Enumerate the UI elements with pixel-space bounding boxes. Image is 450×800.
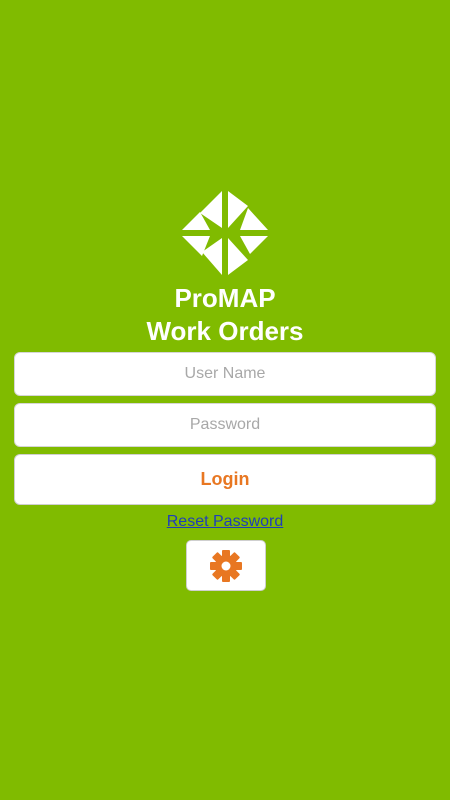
gear-icon [210,549,242,582]
password-input[interactable] [14,403,436,447]
reset-password-link[interactable]: Reset Password [167,513,284,530]
settings-button[interactable] [186,540,266,591]
app-title-line2: Work Orders [146,316,304,346]
username-input[interactable] [14,352,436,396]
login-button[interactable]: Login [14,454,436,505]
reset-password-container: Reset Password [0,512,450,532]
app-title-line1: ProMAP [174,283,276,313]
pinwheel-logo-icon [182,191,268,275]
